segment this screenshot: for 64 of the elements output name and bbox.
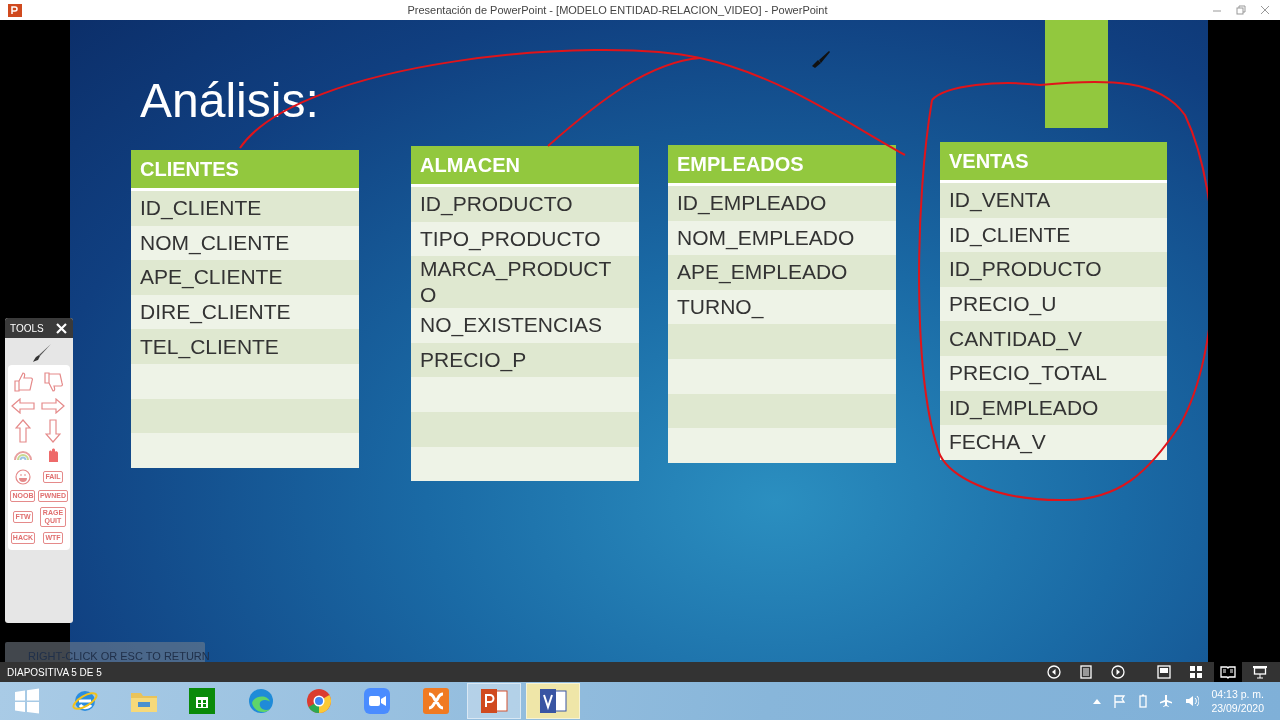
table-row: NO_EXISTENCIAS: [411, 308, 639, 343]
view-button[interactable]: [1214, 662, 1242, 682]
table-row: ID_PRODUCTO: [940, 252, 1167, 287]
slideshow-icon: [1252, 665, 1268, 679]
slide-title: Análisis:: [140, 73, 319, 128]
previous-icon: [1047, 665, 1061, 679]
slide-counter: DIAPOSITIVA 5 DE 5: [7, 666, 103, 678]
speaker-icon[interactable]: [1185, 694, 1200, 708]
table-row: ID_EMPLEADO: [940, 390, 1167, 426]
table-row: NOM_EMPLEADO: [668, 220, 896, 256]
clock-date: 23/09/2020: [1211, 701, 1264, 715]
next-icon: [1111, 665, 1125, 679]
table-row: NOM_CLIENTE: [131, 225, 359, 261]
left-arrow-icon[interactable]: [10, 398, 35, 414]
table-row: CANTIDAD_V: [940, 321, 1167, 356]
table-row: TEL_CLIENTE: [131, 329, 359, 364]
tools-title: TOOLS: [10, 322, 44, 334]
notes-icon: [1080, 665, 1092, 679]
battery-icon[interactable]: [1139, 694, 1148, 708]
table-row: APE_EMPLEADO: [668, 255, 896, 290]
table-row: FECHA_V: [940, 425, 1167, 460]
table-row: ID_EMPLEADO: [668, 186, 896, 221]
down-arrow-icon[interactable]: [44, 419, 61, 443]
table-row: PRECIO_TOTAL: [940, 355, 1167, 391]
pen-cursor-icon: [812, 51, 830, 68]
taskbar-app[interactable]: [467, 683, 522, 719]
taskbar-app[interactable]: [525, 683, 580, 719]
table-row: DIRE_CLIENTE: [131, 294, 359, 330]
paintbrush-icon[interactable]: [32, 343, 52, 363]
table-header: VENTAS: [940, 142, 1167, 183]
smiley-icon[interactable]: [14, 469, 31, 485]
thumbs-down-icon[interactable]: [41, 371, 64, 393]
table-row: APE_CLIENTE: [131, 260, 359, 295]
table-row: ID_CLIENTE: [131, 191, 359, 226]
browser-wave-icon: [246, 687, 275, 715]
restore-icon[interactable]: [1236, 5, 1246, 15]
table-row: ID_PRODUCTO: [411, 187, 639, 222]
window-title: Presentación de PowerPoint - [MODELO ENTIDAD-RELACION_VIDEO] - PowerPoint: [406, 4, 829, 16]
table-header: CLIENTES: [131, 150, 359, 191]
reading-view-icon: [1220, 665, 1236, 679]
diagram-app-icon: [537, 687, 568, 715]
chevron-up-icon[interactable]: [1093, 698, 1102, 704]
table-row: TURNO_: [668, 289, 896, 325]
table-row: MARCA_PRODUCT O: [411, 256, 639, 309]
hint-text: RIGHT-CLICK OR ESC TO RETURN: [28, 650, 210, 662]
table-row: ID_CLIENTE: [940, 217, 1167, 253]
table-row: PRECIO_U: [940, 286, 1167, 322]
table-row: PRECIO_P: [411, 342, 639, 378]
normal-view-icon: [1157, 665, 1171, 679]
flag-icon[interactable]: [1113, 694, 1128, 708]
grid-view-icon: [1189, 665, 1203, 679]
up-arrow-icon[interactable]: [14, 419, 31, 443]
windows-icon: [14, 688, 40, 714]
table-header: EMPLEADOS: [668, 145, 896, 186]
thumbs-up-icon[interactable]: [11, 371, 34, 393]
video-camera-icon: [363, 687, 392, 715]
table-row: TIPO_PRODUCTO: [411, 221, 639, 257]
right-arrow-icon[interactable]: [40, 398, 65, 414]
clock-time: 04:13 p. m.: [1211, 687, 1264, 701]
presentation-app-icon: [479, 687, 510, 715]
table-header: ALMACEN: [411, 146, 639, 187]
airplane-icon[interactable]: [1159, 694, 1174, 708]
table-row: ID_VENTA: [940, 183, 1167, 218]
store-icon: [188, 687, 217, 715]
